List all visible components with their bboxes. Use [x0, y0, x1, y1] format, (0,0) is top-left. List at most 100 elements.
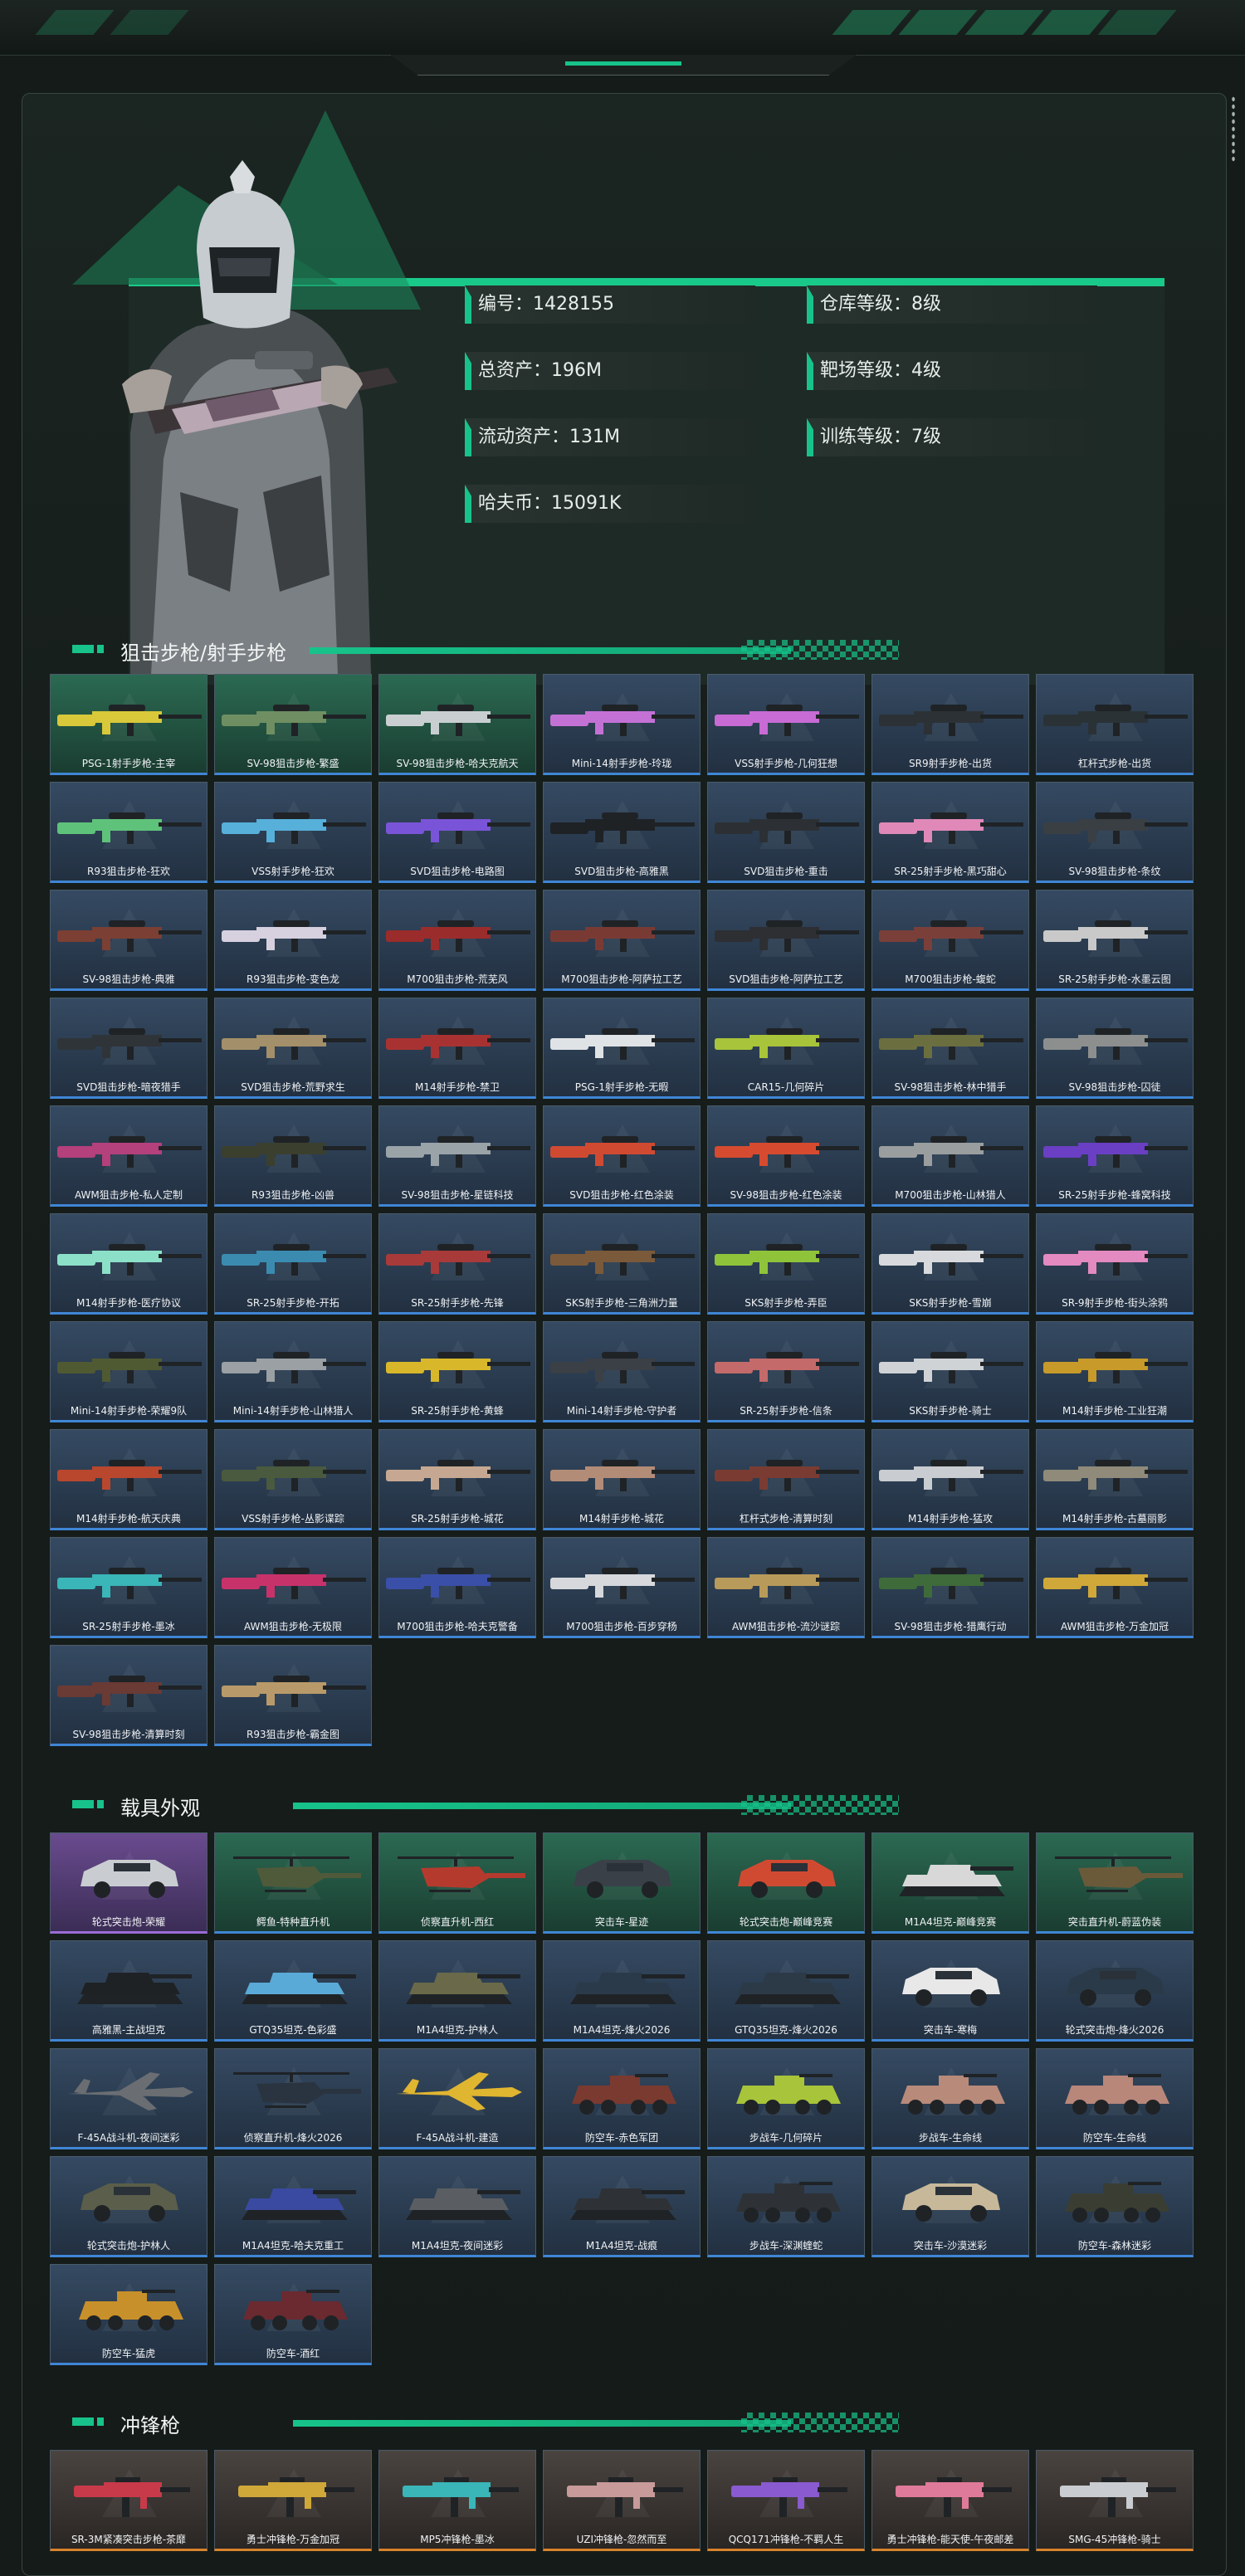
item-card[interactable]: SV-98狙击步枪-哈夫克航天 — [378, 674, 536, 775]
item-card[interactable]: SVD狙击步枪-暗夜猎手 — [50, 998, 208, 1099]
item-card[interactable]: SV-98狙击步枪-林中猎手 — [872, 998, 1029, 1099]
item-card[interactable]: SKS射手步枪-三角洲力量 — [543, 1213, 701, 1315]
item-card[interactable]: SV-98狙击步枪-猎鹰行动 — [872, 1537, 1029, 1638]
item-card[interactable]: AWM狙击步枪-私人定制 — [50, 1105, 208, 1207]
item-card[interactable]: GTQ35坦克-色彩盛 — [214, 1940, 372, 2042]
item-card[interactable]: 突击车-沙漠迷彩 — [872, 2156, 1029, 2257]
item-card[interactable]: SV-98狙击步枪-条纹 — [1036, 782, 1194, 883]
item-card[interactable]: 突击车-星迹 — [543, 1832, 701, 1934]
item-card[interactable]: MP5冲锋枪-墨冰 — [378, 2450, 536, 2551]
item-card[interactable]: F-45A战斗机-夜间迷彩 — [50, 2048, 208, 2149]
item-card[interactable]: M14射手步枪-工业狂潮 — [1036, 1321, 1194, 1422]
item-card[interactable]: M700狙击步枪-荒芜风 — [378, 890, 536, 991]
item-card[interactable]: SR9射手步枪-出货 — [872, 674, 1029, 775]
item-card[interactable]: QCQ171冲锋枪-不羁人生 — [707, 2450, 865, 2551]
item-card[interactable]: M1A4坦克-哈夫克重工 — [214, 2156, 372, 2257]
item-card[interactable]: GTQ35坦克-烽火2026 — [707, 1940, 865, 2042]
item-card[interactable]: Mini-14射手步枪-荣耀9队 — [50, 1321, 208, 1422]
item-card[interactable]: M700狙击步枪-蝮蛇 — [872, 890, 1029, 991]
item-card[interactable]: M1A4坦克-烽火2026 — [543, 1940, 701, 2042]
item-card[interactable]: 步战车-生命线 — [872, 2048, 1029, 2149]
item-card[interactable]: SVD狙击步枪-红色涂装 — [543, 1105, 701, 1207]
item-card[interactable]: M1A4坦克-夜间迷彩 — [378, 2156, 536, 2257]
item-card[interactable]: SMG-45冲锋枪-骑士 — [1036, 2450, 1194, 2551]
item-card[interactable]: AWM狙击步枪-万金加冠 — [1036, 1537, 1194, 1638]
item-card[interactable]: AWM狙击步枪-无极限 — [214, 1537, 372, 1638]
item-card[interactable]: M14射手步枪-禁卫 — [378, 998, 536, 1099]
item-card[interactable]: SV-98狙击步枪-星链科技 — [378, 1105, 536, 1207]
item-card[interactable]: SR-25射手步枪-城花 — [378, 1429, 536, 1530]
item-card[interactable]: PSG-1射手步枪-主宰 — [50, 674, 208, 775]
item-card[interactable]: SV-98狙击步枪-清算时刻 — [50, 1645, 208, 1746]
item-card[interactable]: R93狙击步枪-狂欢 — [50, 782, 208, 883]
item-card[interactable]: VSS射手步枪-狂欢 — [214, 782, 372, 883]
item-card[interactable]: SKS射手步枪-雪崩 — [872, 1213, 1029, 1315]
item-card[interactable]: M14射手步枪-古墓丽影 — [1036, 1429, 1194, 1530]
item-card[interactable]: 轮式突击炮-护林人 — [50, 2156, 208, 2257]
item-card[interactable]: 步战车-几何碎片 — [707, 2048, 865, 2149]
item-card[interactable]: SR-25射手步枪-黄蜂 — [378, 1321, 536, 1422]
item-card[interactable]: PSG-1射手步枪-无暇 — [543, 998, 701, 1099]
item-card[interactable]: 高雅黑-主战坦克 — [50, 1940, 208, 2042]
item-card[interactable]: SR-25射手步枪-开拓 — [214, 1213, 372, 1315]
item-card[interactable]: Mini-14射手步枪-玲珑 — [543, 674, 701, 775]
item-card[interactable]: M14射手步枪-猛攻 — [872, 1429, 1029, 1530]
item-card[interactable]: M1A4坦克-巅峰竞赛 — [872, 1832, 1029, 1934]
item-card[interactable]: Mini-14射手步枪-守护者 — [543, 1321, 701, 1422]
scroll-indicator[interactable] — [1231, 95, 1236, 162]
item-card[interactable]: SVD狙击步枪-阿萨拉工艺 — [707, 890, 865, 991]
item-card[interactable]: CAR15-几何碎片 — [707, 998, 865, 1099]
item-card[interactable]: 轮式突击炮-巅峰竞赛 — [707, 1832, 865, 1934]
item-card[interactable]: Mini-14射手步枪-山林猎人 — [214, 1321, 372, 1422]
item-card[interactable]: M14射手步枪-城花 — [543, 1429, 701, 1530]
item-card[interactable]: 防空车-森林迷彩 — [1036, 2156, 1194, 2257]
item-card[interactable]: SVD狙击步枪-荒野求生 — [214, 998, 372, 1099]
item-card[interactable]: VSS射手步枪-几何狂想 — [707, 674, 865, 775]
item-card[interactable]: M1A4坦克-战痕 — [543, 2156, 701, 2257]
item-card[interactable]: R93狙击步枪-凶兽 — [214, 1105, 372, 1207]
item-card[interactable]: R93狙击步枪-变色龙 — [214, 890, 372, 991]
item-card[interactable]: SV-98狙击步枪-红色涂装 — [707, 1105, 865, 1207]
item-card[interactable]: SR-25射手步枪-墨冰 — [50, 1537, 208, 1638]
item-card[interactable]: SKS射手步枪-骑士 — [872, 1321, 1029, 1422]
item-card[interactable]: 侦察直升机-烽火2026 — [214, 2048, 372, 2149]
item-card[interactable]: SR-3M紧凑突击步枪-茶靡 — [50, 2450, 208, 2551]
item-card[interactable]: SVD狙击步枪-电路图 — [378, 782, 536, 883]
item-card[interactable]: 轮式突击炮-烽火2026 — [1036, 1940, 1194, 2042]
item-card[interactable]: SR-25射手步枪-水墨云图 — [1036, 890, 1194, 991]
item-card[interactable]: M700狙击步枪-百步穿杨 — [543, 1537, 701, 1638]
item-card[interactable]: SR-25射手步枪-蜂窝科技 — [1036, 1105, 1194, 1207]
item-card[interactable]: SKS射手步枪-弄臣 — [707, 1213, 865, 1315]
item-card[interactable]: 侦察直升机-西红 — [378, 1832, 536, 1934]
item-card[interactable]: AWM狙击步枪-流沙谜踪 — [707, 1537, 865, 1638]
item-card[interactable]: SR-25射手步枪-先锋 — [378, 1213, 536, 1315]
item-card[interactable]: SV-98狙击步枪-囚徒 — [1036, 998, 1194, 1099]
item-card[interactable]: M700狙击步枪-哈夫克警备 — [378, 1537, 536, 1638]
item-card[interactable]: 突击车-寒梅 — [872, 1940, 1029, 2042]
item-card[interactable]: M14射手步枪-医疗协议 — [50, 1213, 208, 1315]
item-card[interactable]: 勇士冲锋枪-万金加冠 — [214, 2450, 372, 2551]
item-card[interactable]: M700狙击步枪-山林猎人 — [872, 1105, 1029, 1207]
item-card[interactable]: 步战车-深渊蝰蛇 — [707, 2156, 865, 2257]
item-card[interactable]: 轮式突击炮-荣耀 — [50, 1832, 208, 1934]
item-card[interactable]: 鳄鱼-特种直升机 — [214, 1832, 372, 1934]
item-card[interactable]: F-45A战斗机-建造 — [378, 2048, 536, 2149]
item-card[interactable]: 杠杆式步枪-清算时刻 — [707, 1429, 865, 1530]
item-card[interactable]: UZI冲锋枪-忽然而至 — [543, 2450, 701, 2551]
item-card[interactable]: SR-25射手步枪-信条 — [707, 1321, 865, 1422]
item-card[interactable]: M1A4坦克-护林人 — [378, 1940, 536, 2042]
item-card[interactable]: SR-25射手步枪-黑巧甜心 — [872, 782, 1029, 883]
item-card[interactable]: 勇士冲锋枪-能天使-午夜邮差 — [872, 2450, 1029, 2551]
item-card[interactable]: SR-9射手步枪-街头涂鸦 — [1036, 1213, 1194, 1315]
item-card[interactable]: VSS射手步枪-丛影谍踪 — [214, 1429, 372, 1530]
item-card[interactable]: 防空车-猛虎 — [50, 2264, 208, 2365]
item-card[interactable]: 突击直升机-蔚蓝伪装 — [1036, 1832, 1194, 1934]
item-card[interactable]: M14射手步枪-航天庆典 — [50, 1429, 208, 1530]
item-card[interactable]: 防空车-酒红 — [214, 2264, 372, 2365]
item-card[interactable]: M700狙击步枪-阿萨拉工艺 — [543, 890, 701, 991]
item-card[interactable]: SV-98狙击步枪-繁盛 — [214, 674, 372, 775]
item-card[interactable]: 防空车-赤色军团 — [543, 2048, 701, 2149]
item-card[interactable]: SVD狙击步枪-重击 — [707, 782, 865, 883]
item-card[interactable]: 防空车-生命线 — [1036, 2048, 1194, 2149]
item-card[interactable]: 杠杆式步枪-出货 — [1036, 674, 1194, 775]
